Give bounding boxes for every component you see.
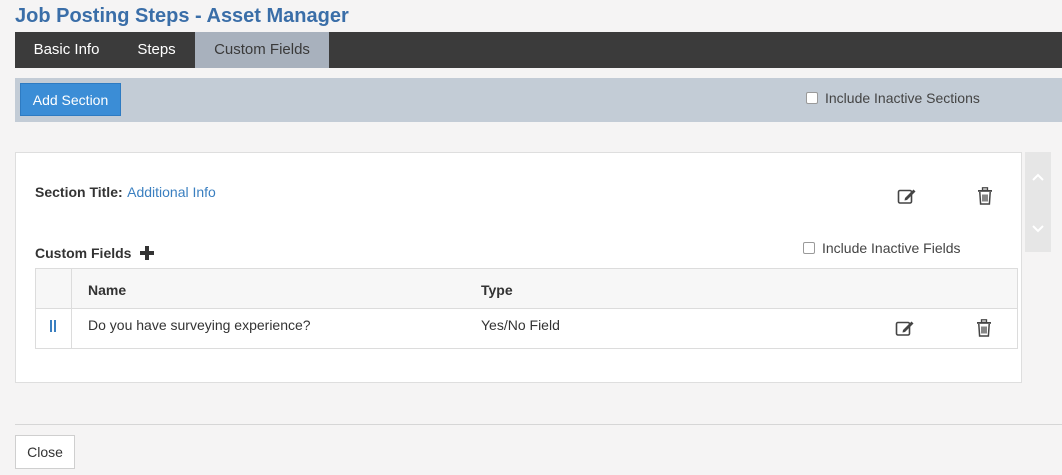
include-inactive-fields-label: Include Inactive Fields (822, 240, 961, 256)
tab-basic-info[interactable]: Basic Info (15, 32, 118, 68)
edit-section-button[interactable] (897, 187, 917, 210)
trash-icon (977, 319, 991, 337)
tab-steps[interactable]: Steps (118, 32, 195, 68)
section-toolbar: Add Section Include Inactive Sections (15, 78, 1062, 122)
tab-custom-fields[interactable]: Custom Fields (195, 32, 329, 68)
add-custom-field-button[interactable] (139, 245, 155, 266)
custom-fields-table: Name Type Do you have surveying experien… (35, 268, 1018, 349)
section-reorder-control (1025, 152, 1051, 252)
chevron-down-icon[interactable] (1031, 224, 1045, 234)
page-title: Job Posting Steps - Asset Manager (15, 5, 349, 27)
drag-handle-icon (50, 320, 56, 332)
drag-column-divider (71, 269, 72, 348)
edit-field-button[interactable] (895, 319, 915, 342)
edit-icon (897, 189, 916, 204)
column-header-type: Type (481, 282, 513, 298)
field-type-cell: Yes/No Field (481, 317, 560, 333)
field-name-cell: Do you have surveying experience? (88, 317, 311, 333)
trash-icon (978, 187, 992, 205)
table-header (36, 269, 1017, 309)
include-inactive-sections-label: Include Inactive Sections (825, 90, 980, 106)
row-drag-handle[interactable] (50, 319, 56, 338)
tab-bar: Basic Info Steps Custom Fields (15, 32, 1062, 68)
close-button[interactable]: Close (15, 435, 75, 469)
edit-icon (895, 321, 914, 336)
section-title-label: Section Title: (35, 184, 123, 200)
include-inactive-fields-checkbox[interactable] (803, 242, 815, 254)
custom-fields-heading: Custom Fields (35, 245, 132, 261)
chevron-up-icon[interactable] (1031, 172, 1045, 182)
column-header-name: Name (88, 282, 127, 298)
delete-field-button[interactable] (976, 319, 992, 342)
footer-divider (15, 424, 1062, 425)
plus-icon (140, 246, 154, 260)
include-inactive-sections-checkbox[interactable] (806, 92, 818, 104)
add-section-button[interactable]: Add Section (20, 83, 121, 116)
section-title-value: Additional Info (127, 184, 216, 200)
section-title-row: Section Title: Additional Info (35, 184, 216, 202)
delete-section-button[interactable] (977, 187, 993, 210)
